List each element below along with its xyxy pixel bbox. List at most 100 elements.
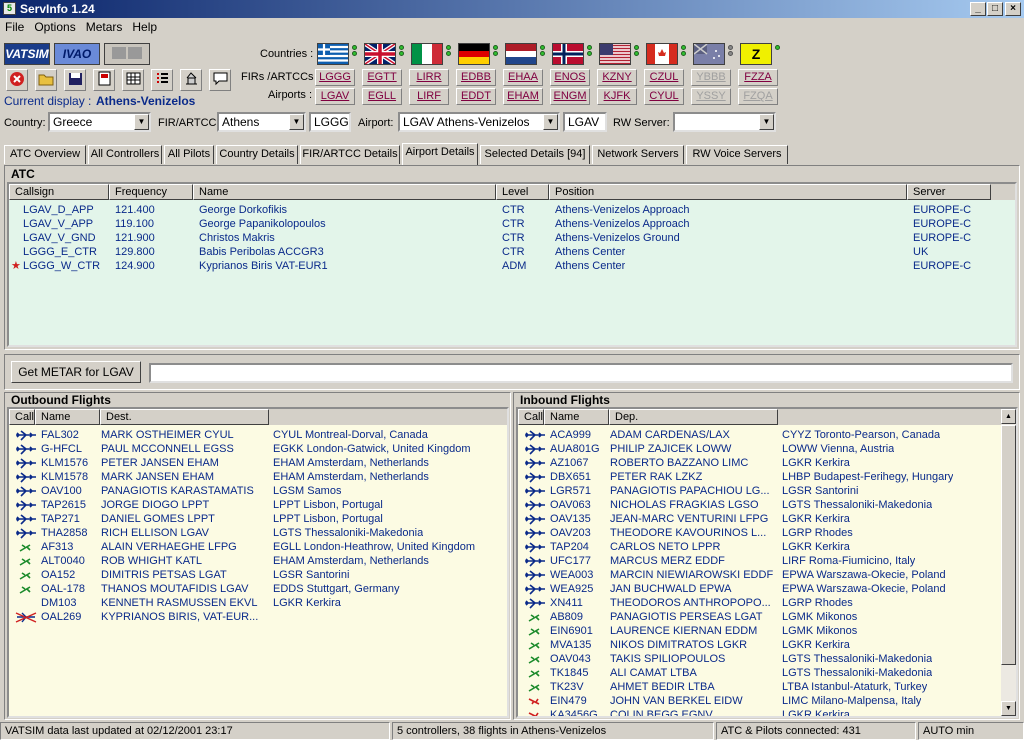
inbound-header-name[interactable]: Name (544, 409, 609, 425)
flight-row[interactable]: FAL302 MARK OSTHEIMER CYUL CYUL Montreal-D… (9, 428, 507, 442)
norway-flag-icon[interactable] (552, 43, 584, 65)
book-button[interactable] (104, 43, 150, 65)
list-button[interactable] (151, 69, 173, 91)
atc-row[interactable]: LGAV_V_GND 121.900 Christos Makris CTR Athen… (9, 231, 1015, 245)
flight-row[interactable]: OAV203 THEODORE KAVOURINOS L... LGRP Rhode… (518, 526, 1001, 540)
fir-select[interactable]: Athens ▼ (217, 112, 306, 132)
maximize-button[interactable]: □ (987, 2, 1003, 16)
ivao-button[interactable]: IVAO (54, 43, 100, 65)
flight-row[interactable]: WEA925 JAN BUCHWALD EPWA EPWA Warszawa-Oke… (518, 582, 1001, 596)
fir-button-kzny[interactable]: KZNY (597, 69, 637, 86)
z-button[interactable]: Z (740, 43, 772, 65)
flight-row[interactable]: WEA003 MARCIN NIEWIAROWSKI EDDF EPWA Warsz… (518, 568, 1001, 582)
fir-button-lggg[interactable]: LGGG (315, 69, 355, 86)
flight-row[interactable]: TAP204 CARLOS NETO LPPR LGKR Kerkira (518, 540, 1001, 554)
flight-row[interactable]: TK23V AHMET BEDIR LTBA LTBA Istanbul-Atatu… (518, 680, 1001, 694)
fir-button-enos[interactable]: ENOS (550, 69, 590, 86)
atc-header-frequency[interactable]: Frequency (109, 184, 193, 200)
fir-button-edbb[interactable]: EDBB (456, 69, 496, 86)
chevron-down-icon[interactable]: ▼ (134, 114, 149, 130)
inbound-header-dep[interactable]: Dep. (609, 409, 778, 425)
flight-row[interactable]: AF313 ALAIN VERHAEGHE LFPG EGLL London-Hea… (9, 540, 507, 554)
germany-flag-icon[interactable] (458, 43, 490, 65)
fir-button-ehaa[interactable]: EHAA (503, 69, 543, 86)
flight-row[interactable]: THA2858 RICH ELLISON LGAV LGTS Thessalonik… (9, 526, 507, 540)
airport-button-engm[interactable]: ENGM (550, 88, 590, 105)
airport-select[interactable]: LGAV Athens-Venizelos ▼ (398, 112, 560, 132)
outbound-header-name[interactable]: Name (35, 409, 100, 425)
flight-row[interactable]: OAL-178 THANOS MOUTAFIDIS LGAV EDDS Stuttg… (9, 582, 507, 596)
flight-row[interactable]: G-HFCL PAUL MCCONNELL EGSS EGKK London-Gat… (9, 442, 507, 456)
country-select[interactable]: Greece ▼ (48, 112, 151, 132)
scroll-thumb[interactable] (1001, 425, 1016, 665)
flight-row[interactable]: KA3456G COLIN BEGG EGNV LGKR Kerkira (518, 708, 1001, 716)
atc-row[interactable]: LGGG_E_CTR 129.800 Babis Peribolas ACCGR3 C… (9, 245, 1015, 259)
airport-button-eddt[interactable]: EDDT (456, 88, 496, 105)
flight-row[interactable]: AB809 PANAGIOTIS PERSEAS LGAT LGMK Mikonos (518, 610, 1001, 624)
tab-selected-details-94[interactable]: Selected Details [94] (480, 145, 590, 164)
vatsim-button[interactable]: VATSIM (4, 43, 50, 65)
fir-button-lirr[interactable]: LIRR (409, 69, 449, 86)
menu-options[interactable]: Options (29, 18, 80, 37)
tab-country-details[interactable]: Country Details (216, 145, 298, 164)
atc-row[interactable]: LGAV_D_APP 121.400 George Dorkofikis CTR Ath… (9, 203, 1015, 217)
flight-row[interactable]: KLM1578 MARK JANSEN EHAM EHAM Amsterdam, N… (9, 470, 507, 484)
flight-row[interactable]: AZ1067 ROBERTO BAZZANO LIMC LGKR Kerkira (518, 456, 1001, 470)
airport-button-lirf[interactable]: LIRF (409, 88, 449, 105)
flight-row[interactable]: AUA801G PHILIP ZAJICEK LOWW LOWW Vienna, A… (518, 442, 1001, 456)
flight-row[interactable]: LGR571 PANAGIOTIS PAPACHIOU LG... LGSR San… (518, 484, 1001, 498)
outbound-header-callsign[interactable]: Callsign (9, 409, 35, 425)
usa-flag-icon[interactable] (599, 43, 631, 65)
title-bar[interactable]: 5 ServInfo 1.24 _ □ × (0, 0, 1024, 18)
tab-fir-artcc-details[interactable]: FIR/ARTCC Details (300, 145, 400, 164)
fir-button-fzza[interactable]: FZZA (738, 69, 778, 86)
atc-header-name[interactable]: Name (193, 184, 496, 200)
tab-airport-details[interactable]: Airport Details (402, 143, 478, 165)
flight-row[interactable]: ACA999 ADAM CARDENAS/LAX CYYZ Toronto-Pear… (518, 428, 1001, 442)
open-button[interactable] (35, 69, 57, 91)
flight-row[interactable]: UFC177 MARCUS MERZ EDDF LIRF Roma-Fiumicin… (518, 554, 1001, 568)
flight-row[interactable]: TAP271 DANIEL GOMES LPPT LPPT Lisbon, Port… (9, 512, 507, 526)
flight-row[interactable]: MVA135 NIKOS DIMITRATOS LGKR LGKR Kerkira (518, 638, 1001, 652)
menu-file[interactable]: File (0, 18, 29, 37)
rw-server-select[interactable]: ▼ (673, 112, 776, 132)
fir-code-field[interactable]: LGGG (309, 112, 351, 132)
menu-help[interactable]: Help (127, 18, 162, 37)
tab-all-pilots[interactable]: All Pilots (164, 145, 214, 164)
airport-button-lgav[interactable]: LGAV (315, 88, 355, 105)
outbound-table[interactable]: CallsignNameDest. FAL302 MARK OSTHEIMER C… (7, 407, 509, 718)
inbound-table[interactable]: CallsignNameDep. ACA999 ADAM CARDENAS/LAX… (516, 407, 1018, 718)
fir-button-egtt[interactable]: EGTT (362, 69, 402, 86)
inbound-header-callsign[interactable]: Callsign (518, 409, 544, 425)
atc-row[interactable]: LGAV_V_APP 119.100 George Papanikolopoulos… (9, 217, 1015, 231)
tower-button[interactable] (180, 69, 202, 91)
fir-button-czul[interactable]: CZUL (644, 69, 684, 86)
airport-button-cyul[interactable]: CYUL (644, 88, 684, 105)
airport-button-eham[interactable]: EHAM (503, 88, 543, 105)
uk-flag-icon[interactable] (363, 42, 397, 66)
flight-row[interactable]: DM103 KENNETH RASMUSSEN EKVL LGKR Kerkira (9, 596, 507, 610)
flight-row[interactable]: ALT0040 ROB WHIGHT KATL EHAM Amsterdam, Ne… (9, 554, 507, 568)
metar-field[interactable] (149, 363, 1013, 383)
tab-all-controllers[interactable]: All Controllers (88, 145, 162, 164)
save-button[interactable] (64, 69, 86, 91)
tab-network-servers[interactable]: Network Servers (592, 145, 684, 164)
tab-rw-voice-servers[interactable]: RW Voice Servers (686, 145, 788, 164)
australia-flag-icon[interactable] (693, 43, 725, 65)
flight-row[interactable]: TAP2615 JORGE DIOGO LPPT LPPT Lisbon, Port… (9, 498, 507, 512)
flight-row[interactable]: EIN479 JOHN VAN BERKEL EIDW LIMC Milano-Ma… (518, 694, 1001, 708)
print-button[interactable] (93, 69, 115, 91)
chat-button[interactable] (209, 69, 231, 91)
inbound-scrollbar[interactable]: ▲ ▼ (1001, 409, 1016, 716)
atc-header-callsign[interactable]: Callsign (9, 184, 109, 200)
flight-row[interactable]: OAV135 JEAN-MARC VENTURINI LFPG LGKR Kerki… (518, 512, 1001, 526)
get-metar-button[interactable]: Get METAR for LGAV (11, 361, 141, 383)
flight-row[interactable]: OAL269 KYPRIANOS BIRIS, VAT-EUR... (9, 610, 507, 624)
fir-button-ybbb[interactable]: YBBB (691, 69, 731, 86)
airport-button-fzqa[interactable]: FZQA (738, 88, 778, 105)
greece-flag-icon[interactable] (317, 43, 349, 65)
airport-button-egll[interactable]: EGLL (362, 88, 402, 105)
flight-row[interactable]: DBX651 PETER RAK LZKZ LHBP Budapest-Ferihe… (518, 470, 1001, 484)
airport-button-yssy[interactable]: YSSY (691, 88, 731, 105)
chevron-down-icon[interactable]: ▼ (289, 114, 304, 130)
